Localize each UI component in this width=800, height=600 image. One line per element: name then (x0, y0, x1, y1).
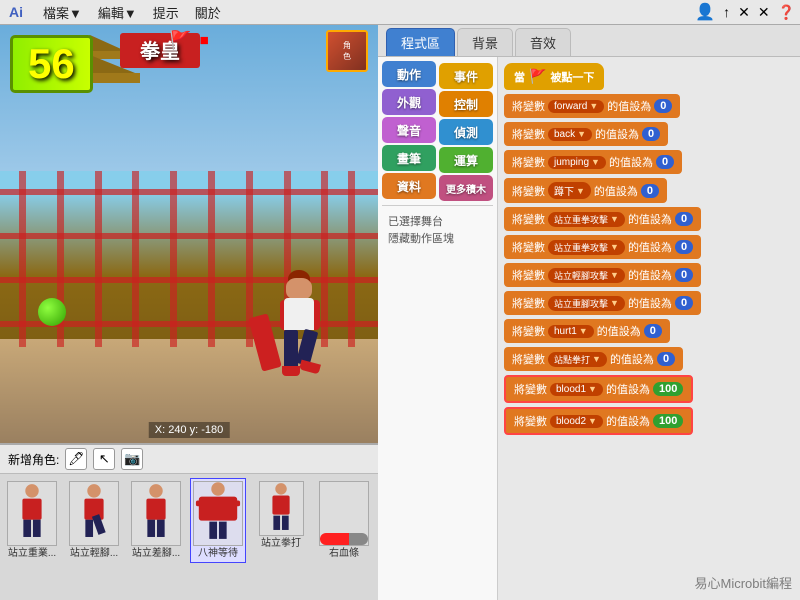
sprite-list: 站立重業... 站立輕腳... (0, 474, 378, 600)
menu-item-file[interactable]: 檔案▼ (39, 3, 86, 22)
cat-looks[interactable]: 外觀 (382, 89, 436, 115)
sprite-item[interactable]: 右血條 (316, 478, 372, 563)
set-block-blood1[interactable]: 將變數 blood1▼ 的值設為 100 (504, 375, 693, 403)
stop-button[interactable]: ⏹ (200, 30, 209, 51)
cat-sound[interactable]: 聲音 (382, 117, 436, 143)
hat-text-clicked: 被點一下 (550, 69, 594, 85)
set-block-forward[interactable]: 將變數 forward▼ 的值設為 0 (504, 94, 680, 118)
selected-info: 已選擇舞台 隱藏動作區塊 (382, 210, 493, 251)
hat-block-flag[interactable]: 當 🚩 被點一下 (504, 63, 604, 90)
paint-icon[interactable]: 🖊 (65, 448, 87, 470)
right-panel: 程式區 背景 音效 動作 外觀 聲音 畫筆 資料 (378, 25, 800, 600)
watermark: 易心Microbit編程 (694, 573, 792, 592)
camera-icon[interactable]: 📷 (121, 448, 143, 470)
categories-panel: 動作 外觀 聲音 畫筆 資料 事件 控制 偵測 運算 更多積木 (378, 57, 498, 600)
set-block-jumping[interactable]: 將變數 jumping▼ 的值設為 0 (504, 150, 682, 174)
char-avatar: 角色 (326, 30, 368, 72)
flip-icon[interactable]: ✕ (758, 4, 770, 21)
sprite-controls: 新增角色: 🖊 ↖ 📷 (0, 445, 378, 474)
menu-bar: Ai 檔案▼ 編輯▼ 提示 關於 👤 ↑ ✕ ✕ ❓ (0, 0, 800, 25)
set-block-stand-punch1[interactable]: 將變數 站立重拳攻擊▼ 的值設為 0 (504, 207, 701, 231)
main-area: 拳皇 角色 56 (0, 25, 800, 600)
sprite-item[interactable]: 站立重業... (4, 478, 60, 563)
sprite-item[interactable]: 站立差腳... (128, 478, 184, 563)
cat-control[interactable]: 控制 (439, 91, 493, 117)
set-block-squat[interactable]: 將變數 蹲下▼ 的值設為 0 (504, 178, 667, 203)
new-sprite-label: 新增角色: (8, 451, 59, 468)
sprite-label: 站立重業... (8, 548, 56, 560)
help-icon[interactable]: ❓ (778, 4, 795, 21)
green-ball (38, 298, 66, 326)
block-area: 動作 外觀 聲音 畫筆 資料 事件 控制 偵測 運算 更多積木 (378, 57, 800, 600)
cat-events[interactable]: 事件 (439, 63, 493, 89)
set-block-blood2[interactable]: 將變數 blood2▼ 的值設為 100 (504, 407, 693, 435)
sprite-panel: 新增角色: 🖊 ↖ 📷 站立重業... (0, 443, 378, 600)
code-panel: 當 🚩 被點一下 將變數 forward▼ 的值設為 0 將變數 back▼ 的… (498, 57, 800, 600)
cursor-icon[interactable]: ↖ (93, 448, 115, 470)
app-logo: Ai (9, 4, 23, 20)
menu-item-edit[interactable]: 編輯▼ (94, 3, 141, 22)
sprite-item[interactable]: 站立輕腳... (66, 478, 122, 563)
flag-button[interactable]: 🚩 (169, 30, 191, 51)
cat-motion[interactable]: 動作 (382, 61, 436, 87)
sprite-item[interactable]: 站立拳打 (252, 478, 310, 553)
set-block-stand-punch2[interactable]: 將變數 站立重拳攻擊▼ 的值設為 0 (504, 235, 701, 259)
game-canvas: 拳皇 角色 56 (0, 25, 378, 443)
sprite-label: 右血條 (329, 548, 359, 560)
cat-operators[interactable]: 運算 (439, 147, 493, 173)
tab-sound[interactable]: 音效 (515, 28, 571, 56)
arrow-icon[interactable]: ↑ (723, 4, 730, 20)
sprite-label: 站立差腳... (132, 548, 180, 560)
menu-item-about[interactable]: 關於 (191, 3, 225, 22)
set-block-back[interactable]: 將變數 back▼ 的值設為 0 (504, 122, 668, 146)
resize-icon[interactable]: ✕ (738, 4, 750, 21)
sprite-item-selected[interactable]: 八神等待 (190, 478, 246, 563)
flag-icon: 🚩 (529, 68, 546, 85)
cat-more[interactable]: 更多積木 (439, 175, 493, 201)
cat-pen[interactable]: 畫筆 (382, 145, 436, 171)
char-sprite (270, 270, 340, 380)
tab-code[interactable]: 程式區 (386, 28, 455, 56)
sprite-label: 站立拳打 (261, 538, 301, 550)
set-block-hurt1[interactable]: 將變數 hurt1▼ 的值設為 0 (504, 319, 670, 343)
person-add-icon[interactable]: 👤 (695, 2, 715, 22)
cat-sensing[interactable]: 偵測 (439, 119, 493, 145)
tabs-row: 程式區 背景 音效 (378, 25, 800, 57)
set-block-stand-kick-heavy[interactable]: 將變數 站立重腳攻擊▼ 的值設為 0 (504, 291, 701, 315)
score-display: 56 (10, 35, 93, 93)
hat-text-when: 當 (514, 69, 525, 85)
menu-item-hints[interactable]: 提示 (149, 3, 183, 22)
coords-display: X: 240 y: -180 (149, 422, 230, 438)
tab-background[interactable]: 背景 (457, 28, 513, 56)
sprite-label: 站立輕腳... (70, 548, 118, 560)
set-block-stand-kick-light[interactable]: 將變數 站立輕腳攻擊▼ 的值設為 0 (504, 263, 701, 287)
set-block-stand-punch3[interactable]: 將變數 站點拳打▼ 的值設為 0 (504, 347, 683, 371)
sprite-label: 八神等待 (198, 548, 238, 560)
left-panel: 拳皇 角色 56 (0, 25, 378, 600)
cat-data[interactable]: 資料 (382, 173, 436, 199)
